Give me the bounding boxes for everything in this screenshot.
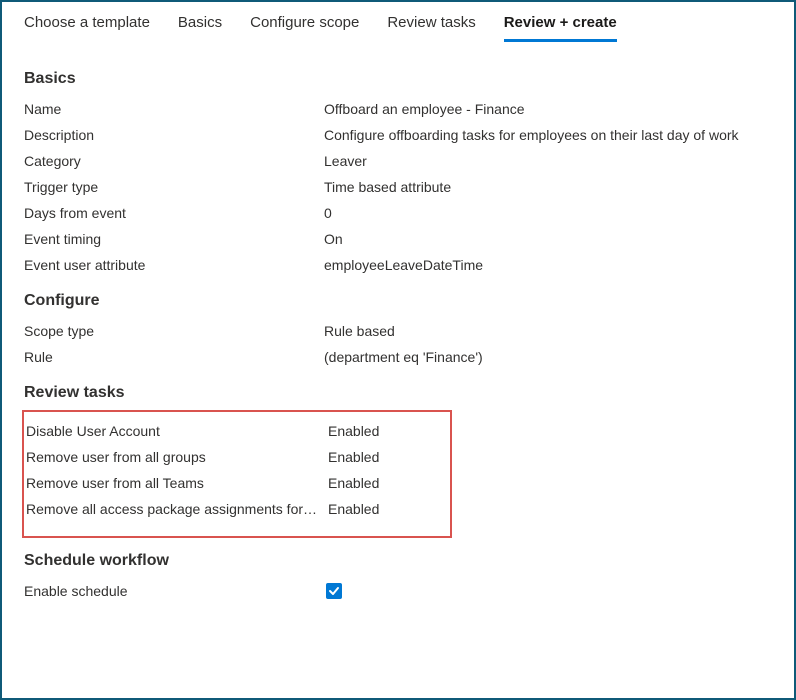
value-scope-type: Rule based xyxy=(324,323,772,339)
tab-basics[interactable]: Basics xyxy=(178,14,222,42)
task-name: Remove all access package assignments fo… xyxy=(26,501,328,517)
section-title-review-tasks: Review tasks xyxy=(24,384,772,402)
task-row: Remove all access package assignments fo… xyxy=(24,496,442,522)
label-category: Category xyxy=(24,153,324,169)
label-days-from-event: Days from event xyxy=(24,205,324,221)
task-row: Remove user from all Teams Enabled xyxy=(24,470,442,496)
value-category: Leaver xyxy=(324,153,772,169)
label-trigger-type: Trigger type xyxy=(24,179,324,195)
label-enable-schedule: Enable schedule xyxy=(24,583,324,599)
label-scope-type: Scope type xyxy=(24,323,324,339)
tab-configure-scope[interactable]: Configure scope xyxy=(250,14,359,42)
tab-review-create[interactable]: Review + create xyxy=(504,14,617,42)
label-event-timing: Event timing xyxy=(24,231,324,247)
task-status: Enabled xyxy=(328,475,442,491)
section-title-schedule: Schedule workflow xyxy=(24,552,772,570)
task-status: Enabled xyxy=(328,501,442,517)
tab-review-tasks[interactable]: Review tasks xyxy=(387,14,475,42)
task-row: Remove user from all groups Enabled xyxy=(24,444,442,470)
task-name: Disable User Account xyxy=(26,423,328,439)
value-name: Offboard an employee - Finance xyxy=(324,101,772,117)
value-trigger-type: Time based attribute xyxy=(324,179,772,195)
tab-bar: Choose a template Basics Configure scope… xyxy=(2,2,794,42)
enable-schedule-checkbox[interactable] xyxy=(326,583,342,599)
task-row: Disable User Account Enabled xyxy=(24,418,442,444)
tab-choose-template[interactable]: Choose a template xyxy=(24,14,150,42)
section-title-configure: Configure xyxy=(24,292,772,310)
section-title-basics: Basics xyxy=(24,70,772,88)
task-name: Remove user from all Teams xyxy=(26,475,328,491)
label-rule: Rule xyxy=(24,349,324,365)
label-name: Name xyxy=(24,101,324,117)
task-status: Enabled xyxy=(328,449,442,465)
review-tasks-highlight-box: Disable User Account Enabled Remove user… xyxy=(22,410,452,538)
value-rule: (department eq 'Finance') xyxy=(324,349,772,365)
content-area: Basics Name Offboard an employee - Finan… xyxy=(2,42,794,605)
task-status: Enabled xyxy=(328,423,442,439)
value-days-from-event: 0 xyxy=(324,205,772,221)
task-name: Remove user from all groups xyxy=(26,449,328,465)
label-event-user-attribute: Event user attribute xyxy=(24,257,324,273)
value-event-timing: On xyxy=(324,231,772,247)
check-icon xyxy=(328,585,340,597)
value-description: Configure offboarding tasks for employee… xyxy=(324,127,772,143)
value-event-user-attribute: employeeLeaveDateTime xyxy=(324,257,772,273)
label-description: Description xyxy=(24,127,324,143)
